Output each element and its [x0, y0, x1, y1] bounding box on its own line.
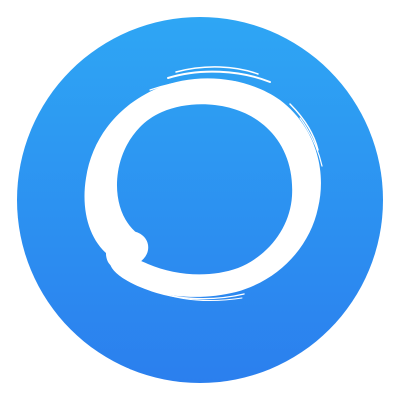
app-icon-graphic — [17, 17, 383, 383]
app-icon[interactable] — [0, 0, 400, 400]
